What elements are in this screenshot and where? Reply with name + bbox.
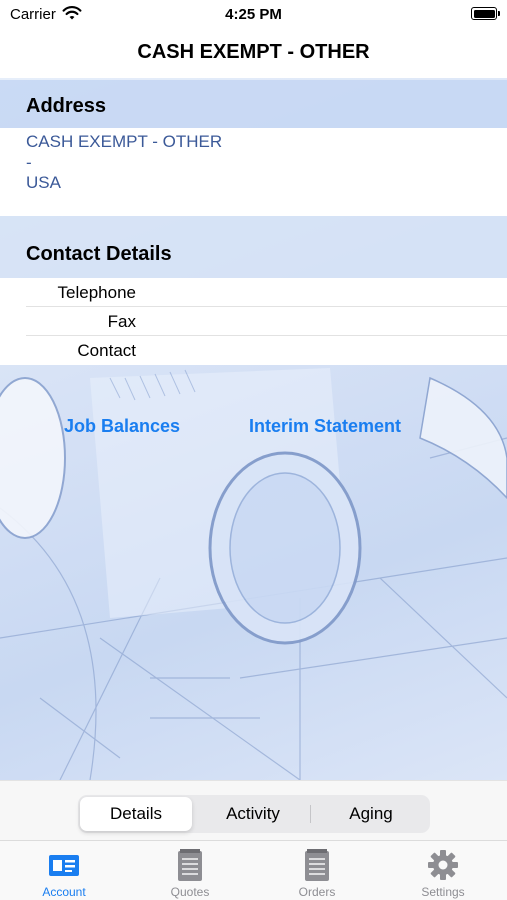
tab-settings-label: Settings — [421, 885, 465, 899]
contact-row-fax[interactable]: Fax — [26, 307, 507, 336]
interim-statement-link[interactable]: Interim Statement — [249, 416, 401, 437]
account-card-icon — [49, 855, 79, 876]
contact-table: Telephone Fax Contact — [0, 278, 507, 365]
fax-label: Fax — [107, 312, 136, 331]
segment-activity[interactable]: Activity — [197, 797, 309, 831]
contact-label: Contact — [77, 341, 136, 360]
segment-bar: Details Activity Aging — [0, 780, 507, 840]
tab-orders-label: Orders — [298, 885, 336, 899]
status-bar: Carrier 4:25 PM — [0, 0, 507, 30]
gear-icon — [428, 850, 458, 880]
contact-details-header: Contact Details — [26, 243, 172, 265]
telephone-label: Telephone — [57, 283, 136, 302]
nav-title: CASH EXEMPT - OTHER — [0, 30, 507, 78]
contact-row-contact[interactable]: Contact — [26, 336, 507, 365]
tab-orders[interactable]: Orders — [267, 845, 367, 900]
tab-settings[interactable]: Settings — [393, 845, 493, 900]
address-line-2: - — [26, 152, 32, 172]
tab-quotes-label: Quotes — [170, 885, 210, 899]
notepad-icon — [178, 849, 202, 881]
tab-account-label: Account — [42, 885, 86, 899]
address-header: Address — [0, 80, 507, 130]
segment-aging[interactable]: Aging — [315, 797, 427, 831]
tab-bar: Account Quotes Orders Settings — [0, 840, 507, 900]
segment-divider — [310, 805, 311, 823]
address-block: CASH EXEMPT - OTHER - USA — [0, 128, 507, 216]
tab-quotes[interactable]: Quotes — [140, 845, 240, 900]
address-line-1: CASH EXEMPT - OTHER — [26, 132, 223, 151]
battery-icon — [471, 7, 500, 20]
segment-details[interactable]: Details — [80, 797, 192, 831]
notepad-icon — [305, 849, 329, 881]
tab-account[interactable]: Account — [14, 845, 114, 900]
contact-row-telephone[interactable]: Telephone — [26, 278, 507, 307]
segmented-control: Details Activity Aging — [78, 795, 430, 833]
clock-time: 4:25 PM — [225, 6, 282, 23]
address-line-3: USA — [26, 173, 61, 192]
job-balances-link[interactable]: Job Balances — [64, 416, 180, 437]
